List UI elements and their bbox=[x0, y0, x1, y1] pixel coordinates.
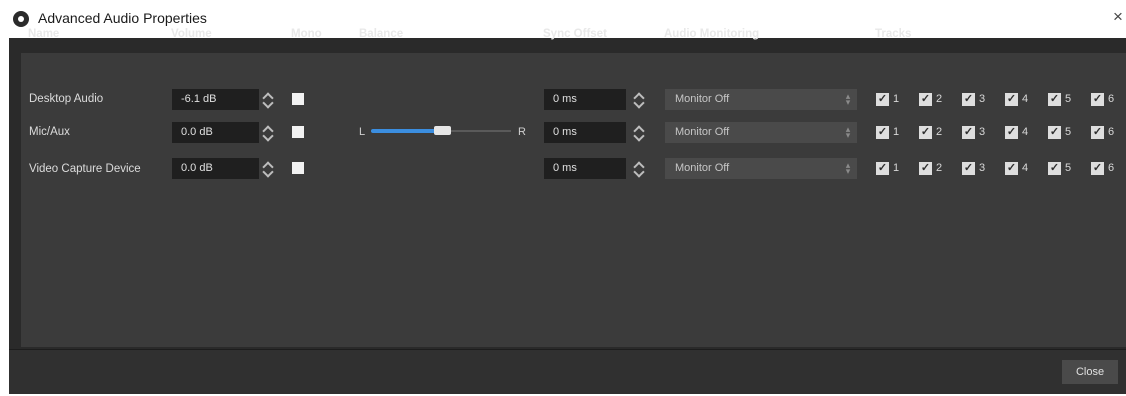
window-title: Advanced Audio Properties bbox=[38, 10, 207, 26]
header-tracks: Tracks bbox=[875, 28, 912, 40]
sync-offset-input[interactable]: 0 ms bbox=[544, 89, 626, 110]
window-close-icon[interactable]: × bbox=[1113, 7, 1123, 27]
checkmark-icon: ✓ bbox=[876, 93, 889, 106]
balance-left-label: L bbox=[359, 126, 366, 138]
checkmark-icon: ✓ bbox=[919, 126, 932, 139]
audio-monitoring-value: Monitor Off bbox=[675, 93, 730, 105]
volume-input[interactable]: 0.0 dB bbox=[172, 158, 259, 179]
volume-spinner-icon[interactable] bbox=[262, 89, 275, 111]
source-name: Video Capture Device bbox=[29, 163, 141, 175]
checkmark-icon: ✓ bbox=[962, 126, 975, 139]
source-name: Desktop Audio bbox=[29, 93, 104, 105]
sync-offset-spinner-icon[interactable] bbox=[633, 89, 646, 111]
audio-monitoring-select[interactable]: Monitor Off ▴ ▾ bbox=[665, 122, 857, 143]
checkmark-icon: ✓ bbox=[1091, 162, 1104, 175]
volume-input[interactable]: 0.0 dB bbox=[172, 122, 259, 143]
header-name: Name bbox=[28, 28, 60, 40]
volume-spinner-icon[interactable] bbox=[262, 122, 275, 144]
select-arrows-icon: ▴ ▾ bbox=[845, 160, 851, 176]
audio-monitoring-select[interactable]: Monitor Off ▴ ▾ bbox=[665, 158, 857, 179]
checkmark-icon: ✓ bbox=[876, 126, 889, 139]
select-arrows-icon: ▴ ▾ bbox=[845, 91, 851, 107]
balance-slider-handle[interactable] bbox=[434, 126, 451, 135]
sync-offset-spinner-icon[interactable] bbox=[633, 158, 646, 180]
obs-logo-icon bbox=[13, 11, 29, 27]
checkmark-icon: ✓ bbox=[1048, 162, 1061, 175]
checkmark-icon: ✓ bbox=[1091, 126, 1104, 139]
checkmark-icon: ✓ bbox=[919, 93, 932, 106]
sync-offset-spinner-icon[interactable] bbox=[633, 122, 646, 144]
mono-checkbox[interactable] bbox=[292, 93, 304, 105]
audio-monitoring-value: Monitor Off bbox=[675, 162, 730, 174]
audio-monitoring-select[interactable]: Monitor Off ▴ ▾ bbox=[665, 89, 857, 110]
header-balance: Balance bbox=[359, 28, 404, 40]
header-mono: Mono bbox=[291, 28, 322, 40]
sync-offset-input[interactable]: 0 ms bbox=[544, 122, 626, 143]
source-name: Mic/Aux bbox=[29, 126, 70, 138]
volume-spinner-icon[interactable] bbox=[262, 158, 275, 180]
checkmark-icon: ✓ bbox=[1005, 126, 1018, 139]
balance-slider-fill bbox=[371, 129, 437, 133]
checkmark-icon: ✓ bbox=[1005, 93, 1018, 106]
checkmark-icon: ✓ bbox=[962, 93, 975, 106]
checkmark-icon: ✓ bbox=[919, 162, 932, 175]
header-sync-offset: Sync Offset bbox=[543, 28, 607, 40]
checkmark-icon: ✓ bbox=[1005, 162, 1018, 175]
checkmark-icon: ✓ bbox=[1048, 126, 1061, 139]
audio-monitoring-value: Monitor Off bbox=[675, 126, 730, 138]
dialog-footer bbox=[9, 350, 1126, 394]
mono-checkbox[interactable] bbox=[292, 126, 304, 138]
close-button[interactable]: Close bbox=[1062, 360, 1118, 384]
sync-offset-input[interactable]: 0 ms bbox=[544, 158, 626, 179]
checkmark-icon: ✓ bbox=[962, 162, 975, 175]
select-arrows-icon: ▴ ▾ bbox=[845, 124, 851, 140]
checkmark-icon: ✓ bbox=[1048, 93, 1061, 106]
header-audio-monitoring: Audio Monitoring bbox=[664, 28, 760, 40]
header-volume: Volume bbox=[171, 28, 212, 40]
checkmark-icon: ✓ bbox=[876, 162, 889, 175]
checkmark-icon: ✓ bbox=[1091, 93, 1104, 106]
volume-input[interactable]: -6.1 dB bbox=[172, 89, 259, 110]
mono-checkbox[interactable] bbox=[292, 162, 304, 174]
balance-right-label: R bbox=[518, 126, 526, 138]
